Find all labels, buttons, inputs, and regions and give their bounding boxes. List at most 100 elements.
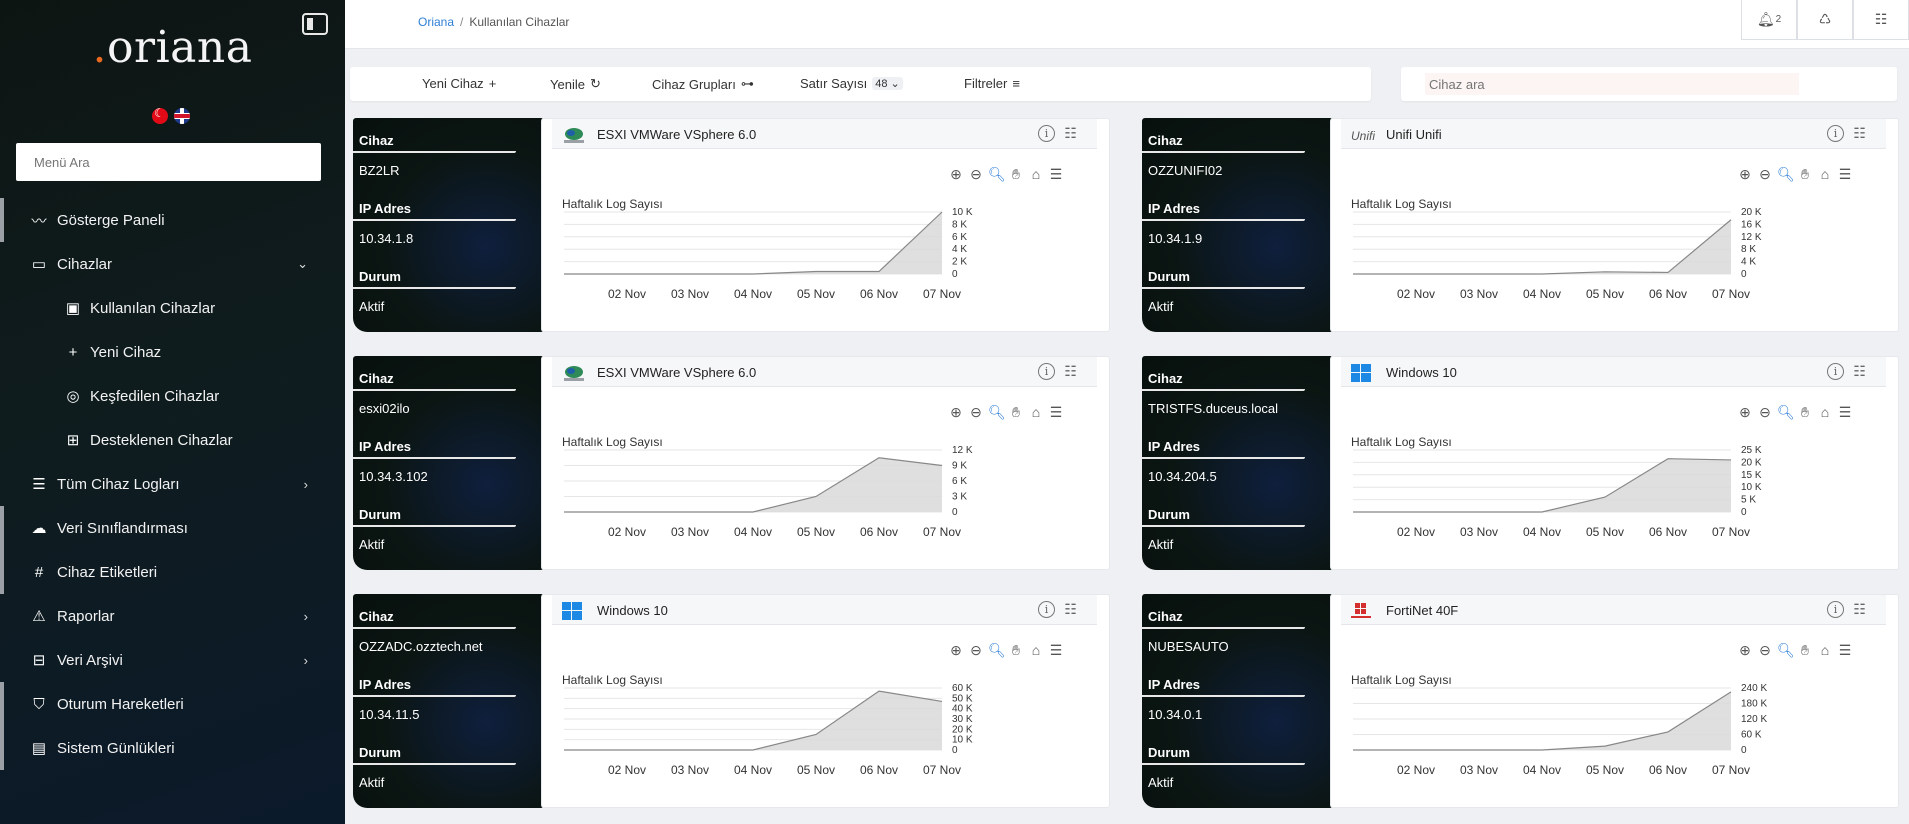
zoom-in-icon[interactable]: ⊕ [1737, 642, 1753, 659]
selection-zoom-icon[interactable]: 🔍︎ [1777, 642, 1795, 659]
recycle-button[interactable]: ♺ [1797, 0, 1853, 40]
zoom-out-icon[interactable]: ⊖ [968, 166, 984, 183]
reset-home-icon[interactable]: ⌂ [1028, 166, 1044, 183]
reset-home-icon[interactable]: ⌂ [1028, 404, 1044, 421]
device-search-input[interactable] [1425, 73, 1799, 95]
sidebar-item-all-device-logs[interactable]: ☰ Tüm Cihaz Logları › [0, 462, 345, 506]
zoom-in-icon[interactable]: ⊕ [1737, 404, 1753, 421]
reset-home-icon[interactable]: ⌂ [1817, 642, 1833, 659]
device-groups-button[interactable]: Cihaz Grupları ⊶ [652, 76, 754, 92]
menu-icon[interactable]: ☰ [1048, 642, 1064, 659]
device-name: TRISTFS.duceus.local [1148, 401, 1279, 416]
zoom-out-icon[interactable]: ⊖ [968, 642, 984, 659]
zoom-out-icon[interactable]: ⊖ [1757, 642, 1773, 659]
divider [1142, 151, 1305, 153]
sidebar-item-devices[interactable]: ▭ Cihazlar ⌄ [0, 242, 345, 286]
sidebar-item-reports[interactable]: ⚠ Raporlar › [0, 594, 345, 638]
turkish-flag-icon[interactable] [152, 108, 168, 124]
menu-icon[interactable]: ☰ [1837, 404, 1853, 421]
info-icon[interactable]: i [1038, 363, 1055, 380]
ip-label: IP Adres [1148, 677, 1201, 692]
sidebar-item-new-device[interactable]: + Yeni Cihaz [0, 330, 345, 374]
sliders-icon[interactable]: ☷ [1062, 125, 1079, 142]
sidebar-item-system-logs[interactable]: ▤ Sistem Günlükleri [0, 726, 345, 770]
sidebar-item-dashboard[interactable]: 〰 Gösterge Paneli [0, 198, 345, 242]
selection-zoom-icon[interactable]: 🔍︎ [1777, 166, 1795, 183]
info-icon[interactable]: i [1827, 601, 1844, 618]
menu-icon[interactable]: ☰ [1048, 166, 1064, 183]
device-card[interactable]: Cihaz OZZUNIFI02 IP Adres 10.34.1.9 Duru… [1142, 118, 1899, 332]
sidebar-menu: 〰 Gösterge Paneli ▭ Cihazlar ⌄ ▣ Kullanı… [0, 198, 345, 770]
row-count-select[interactable]: 48 ⌄ [872, 77, 903, 90]
zoom-out-icon[interactable]: ⊖ [1757, 166, 1773, 183]
reset-home-icon[interactable]: ⌂ [1817, 166, 1833, 183]
pan-hand-icon[interactable]: ✋︎ [1008, 166, 1024, 183]
sidebar-item-label: Oturum Hareketleri [57, 695, 184, 713]
log-chart-panel: Windows 10 i ☷ ⊕ ⊖ 🔍︎ ✋︎ ⌂ ☰ Haftalık Lo… [541, 594, 1110, 808]
pan-hand-icon[interactable]: ✋︎ [1797, 642, 1813, 659]
english-flag-icon[interactable] [174, 108, 190, 124]
notifications-button[interactable]: 🔔︎ 2 [1741, 0, 1797, 40]
device-card[interactable]: Cihaz TRISTFS.duceus.local IP Adres 10.3… [1142, 356, 1899, 570]
menu-icon[interactable]: ☰ [1048, 404, 1064, 421]
refresh-button[interactable]: Yenile ↻ [550, 76, 601, 92]
pan-hand-icon[interactable]: ✋︎ [1797, 404, 1813, 421]
sliders-icon[interactable]: ☷ [1062, 363, 1079, 380]
info-icon[interactable]: i [1038, 601, 1055, 618]
x-tick-label: 07 Nov [923, 287, 961, 301]
device-card[interactable]: Cihaz BZ2LR IP Adres 10.34.1.8 Durum Akt… [353, 118, 1110, 332]
breadcrumb-root-link[interactable]: Oriana [418, 15, 454, 29]
zoom-in-icon[interactable]: ⊕ [948, 404, 964, 421]
sidebar-item-data-archive[interactable]: ⊟ Veri Arşivi › [0, 638, 345, 682]
sidebar-item-used-devices[interactable]: ▣ Kullanılan Cihazlar [0, 286, 345, 330]
reset-home-icon[interactable]: ⌂ [1028, 642, 1044, 659]
settings-button[interactable]: ☷ [1853, 0, 1909, 40]
info-icon[interactable]: i [1827, 125, 1844, 142]
menu-search-input[interactable] [16, 143, 321, 181]
x-tick-label: 03 Nov [671, 525, 709, 539]
sidebar-item-data-classification[interactable]: ☁ Veri Sınıflandırması [0, 506, 345, 550]
sidebar-item-discovered-devices[interactable]: ◎ Keşfedilen Cihazlar [0, 374, 345, 418]
reset-home-icon[interactable]: ⌂ [1817, 404, 1833, 421]
chart-header: Windows 10 i ☷ [1341, 357, 1886, 387]
info-icon[interactable]: i [1827, 363, 1844, 380]
selection-zoom-icon[interactable]: 🔍︎ [988, 642, 1006, 659]
y-tick-label: 0 [1741, 507, 1747, 518]
sidebar-item-supported-devices[interactable]: ⊞ Desteklenen Cihazlar [0, 418, 345, 462]
zoom-in-icon[interactable]: ⊕ [948, 166, 964, 183]
x-tick-label: 07 Nov [1712, 287, 1750, 301]
info-icon[interactable]: i [1038, 125, 1055, 142]
device-card[interactable]: Cihaz NUBESAUTO IP Adres 10.34.0.1 Durum… [1142, 594, 1899, 808]
pan-hand-icon[interactable]: ✋︎ [1797, 166, 1813, 183]
y-tick-label: 240 K [1741, 683, 1767, 694]
x-tick-label: 04 Nov [1523, 525, 1561, 539]
divider [353, 151, 516, 153]
y-tick-label: 16 K [1741, 219, 1762, 230]
pan-hand-icon[interactable]: ✋︎ [1008, 642, 1024, 659]
device-card[interactable]: Cihaz OZZADC.ozztech.net IP Adres 10.34.… [353, 594, 1110, 808]
pan-hand-icon[interactable]: ✋︎ [1008, 404, 1024, 421]
filters-button[interactable]: Filtreler ≡ [964, 76, 1020, 91]
selection-zoom-icon[interactable]: 🔍︎ [988, 166, 1006, 183]
device-card[interactable]: Cihaz esxi02ilo IP Adres 10.34.3.102 Dur… [353, 356, 1110, 570]
app-logo[interactable]: .oriana [0, 22, 345, 73]
device-info-panel: Cihaz BZ2LR IP Adres 10.34.1.8 Durum Akt… [353, 118, 544, 332]
chart-toolbar: ⊕ ⊖ 🔍︎ ✋︎ ⌂ ☰ [1737, 642, 1853, 659]
sliders-icon[interactable]: ☷ [1851, 363, 1868, 380]
zoom-in-icon[interactable]: ⊕ [1737, 166, 1753, 183]
sliders-icon[interactable]: ☷ [1851, 601, 1868, 618]
selection-zoom-icon[interactable]: 🔍︎ [988, 404, 1006, 421]
language-selector [152, 108, 190, 124]
menu-icon[interactable]: ☰ [1837, 642, 1853, 659]
selection-zoom-icon[interactable]: 🔍︎ [1777, 404, 1795, 421]
zoom-out-icon[interactable]: ⊖ [1757, 404, 1773, 421]
zoom-in-icon[interactable]: ⊕ [948, 642, 964, 659]
sliders-icon[interactable]: ☷ [1851, 125, 1868, 142]
zoom-out-icon[interactable]: ⊖ [968, 404, 984, 421]
menu-icon[interactable]: ☰ [1837, 166, 1853, 183]
new-device-button[interactable]: Yeni Cihaz + [422, 76, 496, 91]
sliders-icon[interactable]: ☷ [1062, 601, 1079, 618]
sidebar-item-session-activity[interactable]: ⛉ Oturum Hareketleri [0, 682, 345, 726]
sidebar-item-device-tags[interactable]: # Cihaz Etiketleri [0, 550, 345, 594]
row-count-selector[interactable]: Satır Sayısı 48 ⌄ [800, 76, 903, 91]
